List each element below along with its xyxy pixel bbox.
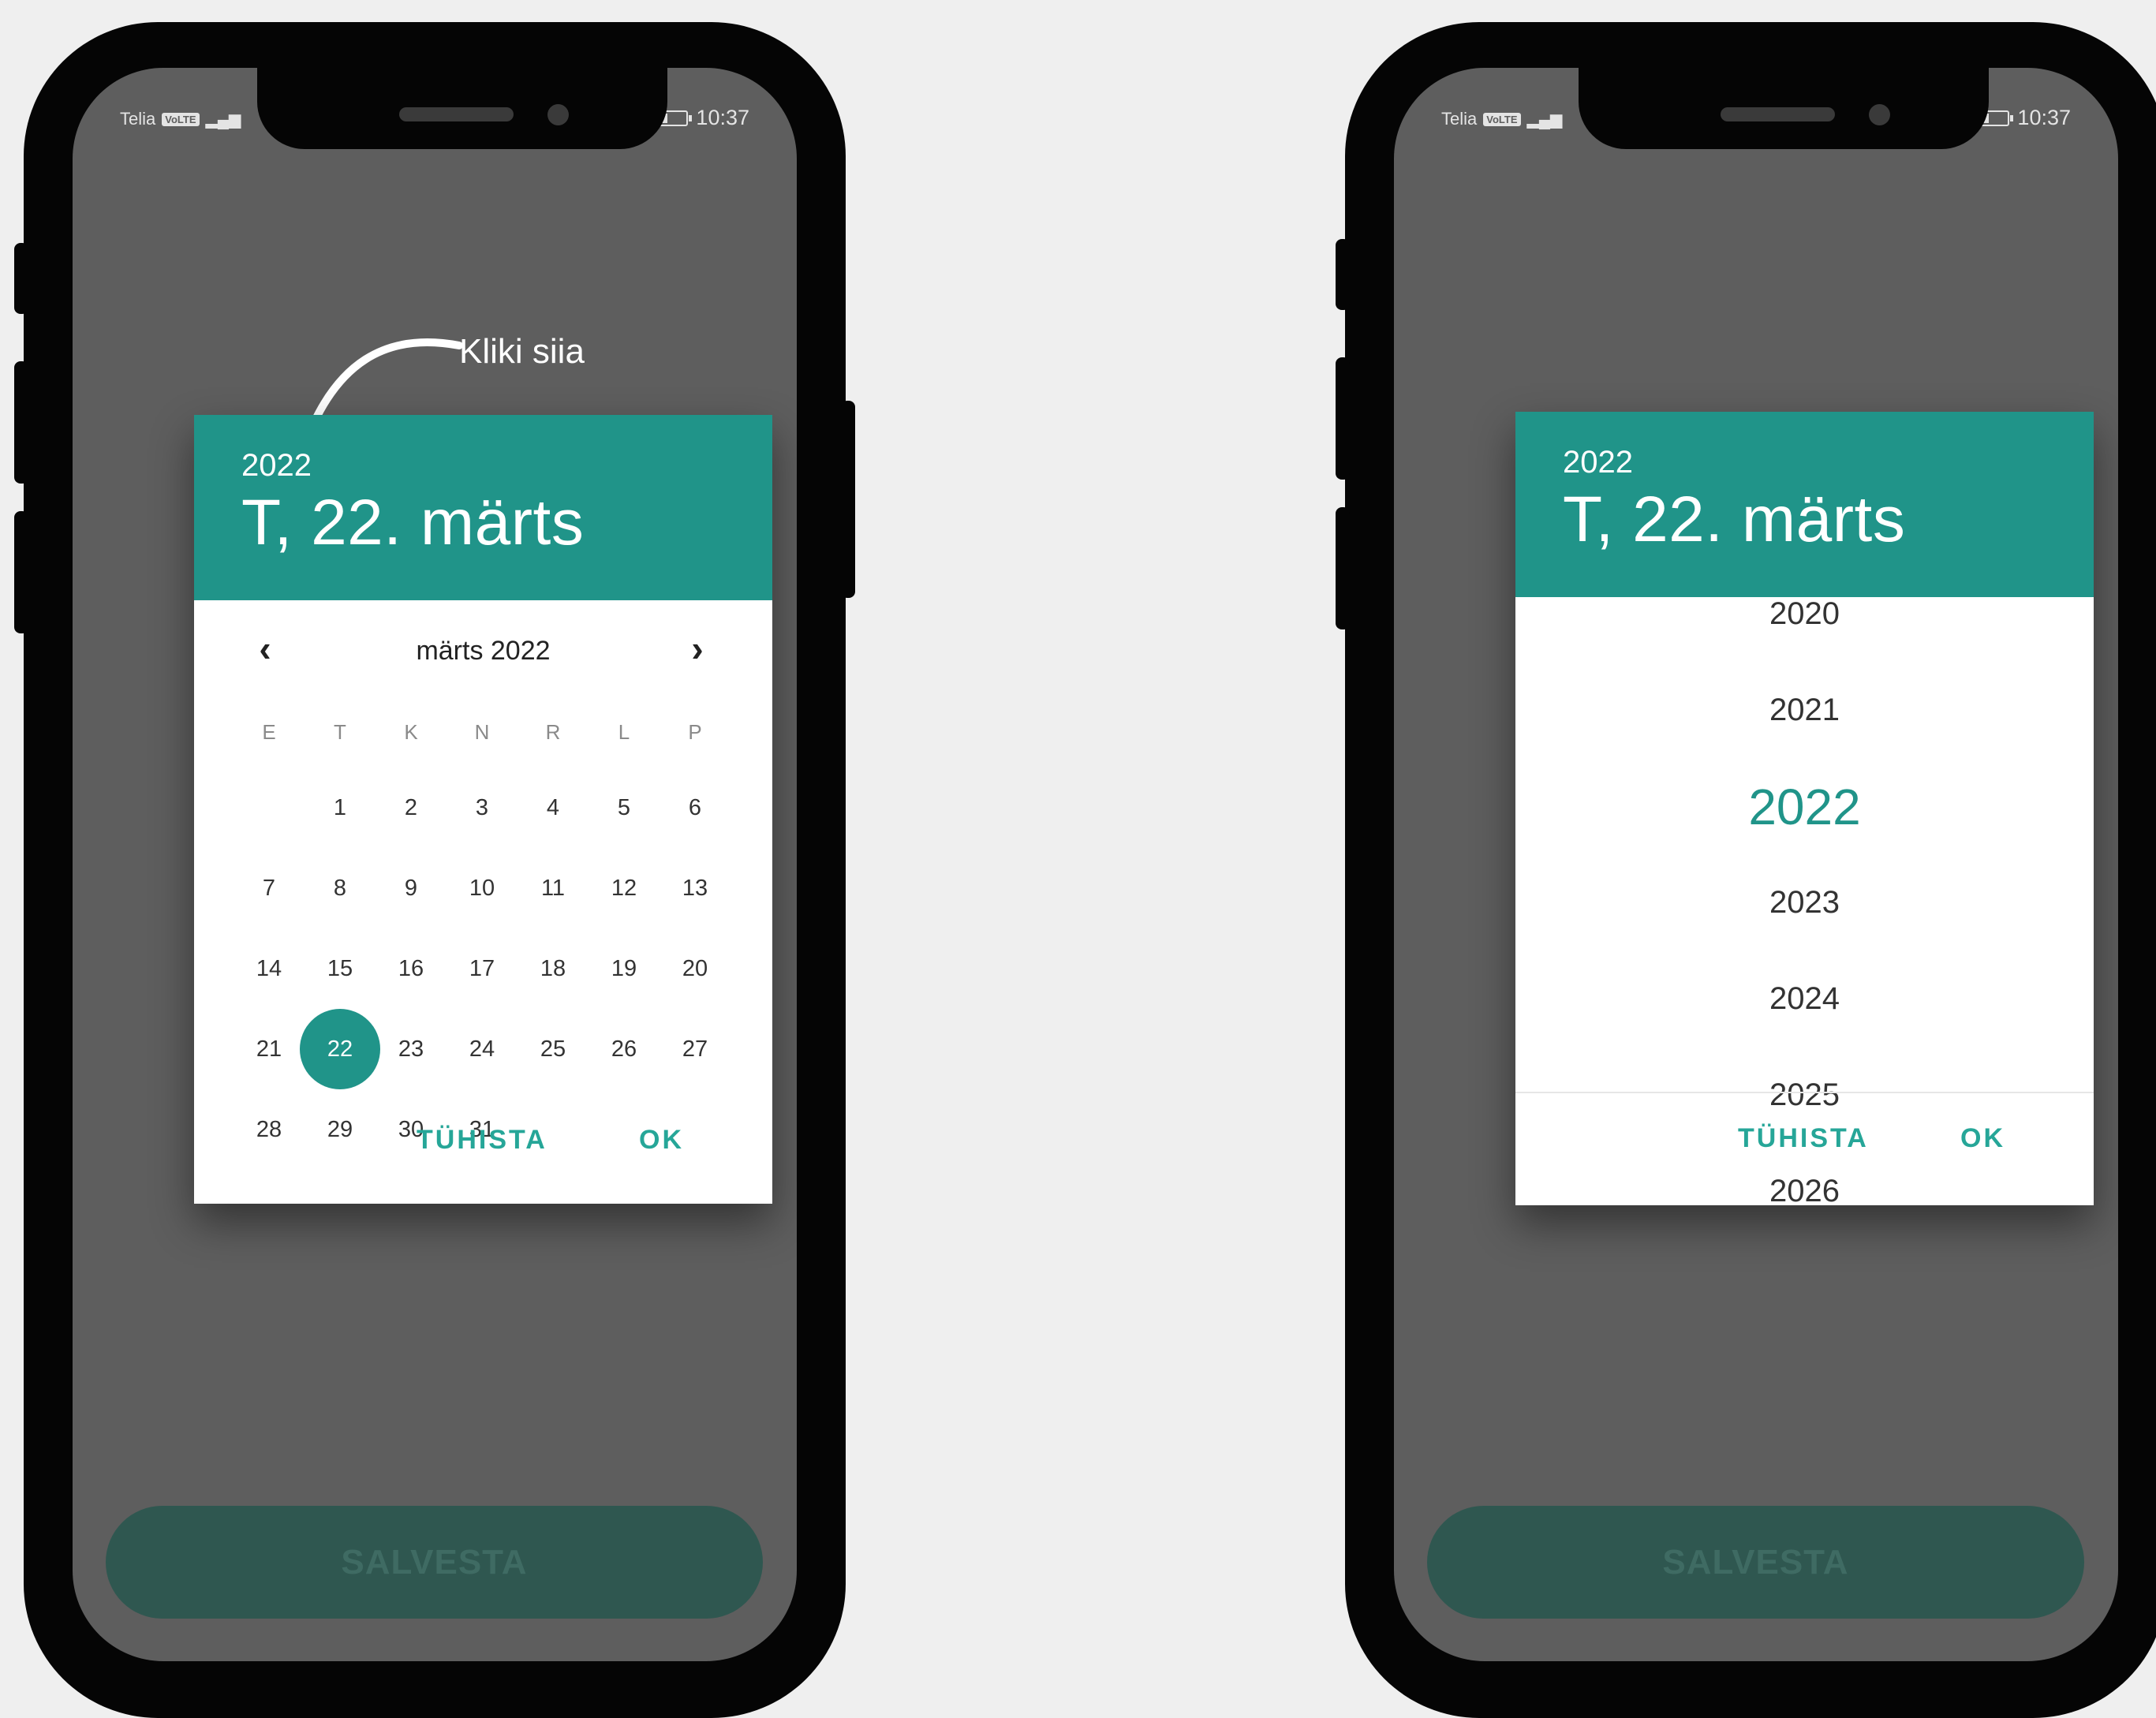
ok-button[interactable]: OK (639, 1125, 684, 1156)
calendar-day[interactable]: 12 (589, 853, 660, 924)
phone-screen: Telia VoLTE ▂▄▆ 10:37 2022 T, 22. märts … (1394, 68, 2118, 1661)
phone-frame-right: Telia VoLTE ▂▄▆ 10:37 2022 T, 22. märts … (1336, 22, 2156, 1718)
cancel-button[interactable]: TÜHISTA (1738, 1123, 1869, 1154)
header-year[interactable]: 2022 (1563, 445, 1633, 480)
calendar-day[interactable]: 25 (518, 1014, 589, 1085)
front-camera (1869, 104, 1890, 125)
calendar-day[interactable]: 8 (305, 853, 376, 924)
date-picker-header: 2022 T, 22. märts (1515, 412, 2094, 597)
year-option[interactable]: 2023 (1515, 885, 2094, 921)
volume-down-button (14, 511, 28, 633)
calendar-day[interactable]: 21 (234, 1014, 305, 1085)
speaker (399, 107, 514, 121)
status-bar-right: 10:37 (655, 106, 749, 130)
calendar-day[interactable]: 15 (305, 933, 376, 1004)
calendar-day[interactable]: 24 (447, 1014, 518, 1085)
calendar-day[interactable]: 18 (518, 933, 589, 1004)
front-camera (547, 104, 569, 125)
calendar-day[interactable]: 16 (376, 933, 447, 1004)
selected-day[interactable]: 22 (300, 1009, 380, 1089)
calendar-day[interactable]: 26 (589, 1014, 660, 1085)
clock: 10:37 (2017, 106, 2071, 129)
status-bar-right: 10:37 (1976, 106, 2071, 130)
status-bar-left: Telia VoLTE ▂▄▆ (120, 109, 241, 129)
calendar-day[interactable]: 1 (305, 772, 376, 843)
year-option[interactable]: 2020 (1515, 596, 2094, 632)
weekday-label: L (618, 719, 630, 744)
signal-icon: ▂▄▆ (205, 110, 241, 129)
volume-up-button (14, 361, 28, 484)
signal-icon: ▂▄▆ (1526, 110, 1563, 129)
side-button (1336, 239, 1350, 310)
calendar-day[interactable]: 27 (660, 1014, 730, 1085)
date-picker-header: 2022 T, 22. märts (194, 415, 772, 600)
weekday-label: K (404, 719, 418, 744)
year-picker-dialog: 2022 T, 22. märts 2020 2021 2022 2023 2024 20… (1515, 412, 2094, 1208)
calendar-day[interactable]: 2 (376, 772, 447, 843)
save-button[interactable]: SALVESTA (106, 1506, 763, 1619)
weekday-label: P (688, 719, 702, 744)
header-date[interactable]: T, 22. märts (1563, 483, 1905, 557)
status-bar-left: Telia VoLTE ▂▄▆ (1441, 109, 1562, 129)
annotation-label: Kliki siia (459, 332, 585, 371)
calendar-day[interactable]: 29 (305, 1094, 376, 1165)
calendar-day[interactable]: 10 (447, 853, 518, 924)
ok-button[interactable]: OK (1960, 1123, 2005, 1154)
year-option[interactable]: 2024 (1515, 981, 2094, 1017)
volume-down-button (1336, 507, 1350, 629)
clock: 10:37 (696, 106, 749, 129)
power-button (841, 401, 855, 598)
volte-badge: VoLTE (162, 112, 200, 126)
header-date[interactable]: T, 22. märts (241, 486, 584, 560)
calendar-day[interactable]: 4 (518, 772, 589, 843)
calendar-day[interactable]: 19 (589, 933, 660, 1004)
calendar-day[interactable]: 6 (660, 772, 730, 843)
notch (257, 68, 667, 149)
phone-frame-left: Telia VoLTE ▂▄▆ 10:37 Kliki siia 2022 T,… (14, 22, 855, 1718)
chevron-right-icon[interactable]: › (674, 625, 721, 672)
year-option[interactable]: 2021 (1515, 693, 2094, 728)
calendar-day[interactable]: 13 (660, 853, 730, 924)
header-year[interactable]: 2022 (241, 448, 312, 484)
calendar-day[interactable]: 14 (234, 933, 305, 1004)
calendar-day[interactable]: 3 (447, 772, 518, 843)
calendar-day[interactable]: 11 (518, 853, 589, 924)
phone-screen: Telia VoLTE ▂▄▆ 10:37 Kliki siia 2022 T,… (73, 68, 797, 1661)
carrier-label: Telia (1441, 109, 1478, 129)
weekday-label: T (334, 719, 346, 744)
cancel-button[interactable]: TÜHISTA (417, 1125, 547, 1156)
weekday-label: N (474, 719, 490, 744)
selected-year[interactable]: 2022 (1515, 778, 2094, 836)
calendar-day[interactable]: 17 (447, 933, 518, 1004)
year-option[interactable]: 2025 (1515, 1077, 2094, 1113)
carrier-label: Telia (120, 109, 156, 129)
side-button (14, 243, 28, 314)
calendar-day[interactable]: 7 (234, 853, 305, 924)
divider (1515, 1092, 2094, 1093)
calendar-day[interactable]: 9 (376, 853, 447, 924)
volte-badge: VoLTE (1483, 112, 1521, 126)
speaker (1721, 107, 1835, 121)
year-option[interactable]: 2026 (1515, 1174, 2094, 1209)
weekday-label: E (262, 719, 276, 744)
volume-up-button (1336, 357, 1350, 480)
calendar-day[interactable]: 23 (376, 1014, 447, 1085)
calendar-day[interactable]: 20 (660, 933, 730, 1004)
notch (1579, 68, 1989, 149)
save-button[interactable]: SALVESTA (1427, 1506, 2084, 1619)
date-picker-dialog: 2022 T, 22. märts ‹ märts 2022 › ETKNRLP… (194, 415, 772, 1204)
calendar-day[interactable]: 5 (589, 772, 660, 843)
calendar-day[interactable]: 28 (234, 1094, 305, 1165)
weekday-label: R (545, 719, 561, 744)
